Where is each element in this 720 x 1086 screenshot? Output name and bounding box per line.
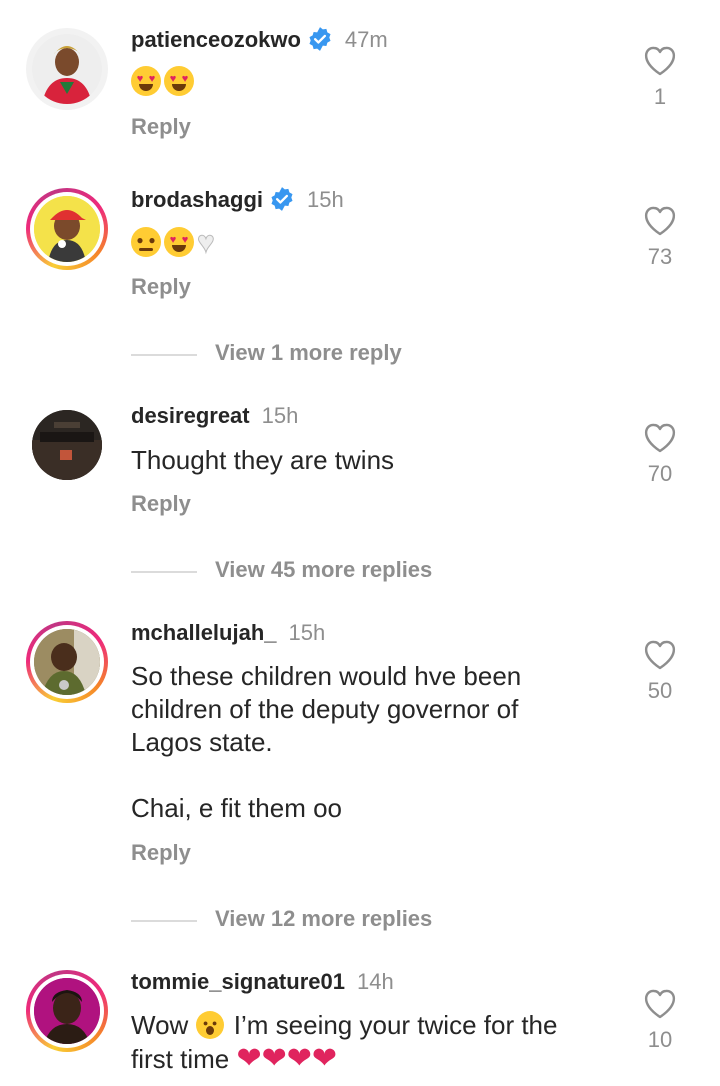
comment-meta: desiregreat 15h xyxy=(131,402,298,430)
user-avatar[interactable] xyxy=(26,970,108,1052)
avatar-photo xyxy=(34,629,100,695)
reply-button[interactable]: Reply xyxy=(131,114,191,140)
pleading-face-icon: ● ● xyxy=(131,227,161,257)
like-control: 50 xyxy=(640,640,680,704)
avatar-photo xyxy=(32,34,102,104)
comment-text: Thought they are twins xyxy=(131,445,395,475)
verified-badge-icon xyxy=(271,187,293,211)
avatar-photo xyxy=(32,410,102,480)
comment-meta: brodashaggi 15h xyxy=(131,186,344,214)
like-control: 1 xyxy=(640,46,680,110)
comment-meta: patienceozokwo 47m xyxy=(131,26,388,54)
comment-text-line: Chai, e fit them oo xyxy=(131,793,342,823)
red-heart-icon: ❤ xyxy=(286,1042,312,1075)
username[interactable]: brodashaggi xyxy=(131,187,263,212)
reply-button[interactable]: Reply xyxy=(131,274,191,300)
comment-meta: mchallelujah_ 15h xyxy=(131,619,325,647)
heart-eyes-face-icon: ♥ ♥ xyxy=(164,227,194,257)
comment-text: ♥ ♥ ♥ ♥ xyxy=(131,66,601,99)
divider-line xyxy=(131,920,197,922)
user-avatar[interactable] xyxy=(26,188,108,270)
comment-text: Wow ● ● I’m seeing your twice for the fir… xyxy=(131,1009,611,1076)
heart-outline-icon[interactable] xyxy=(643,989,677,1019)
comment-time: 14h xyxy=(356,969,394,994)
username[interactable]: mchallelujah_ xyxy=(131,620,277,645)
like-count: 50 xyxy=(647,678,673,703)
heart-outline-icon[interactable] xyxy=(643,640,677,670)
like-count: 1 xyxy=(653,84,667,109)
like-count: 10 xyxy=(647,1027,673,1052)
heart-outline-icon[interactable] xyxy=(643,206,677,236)
comment-time: 15h xyxy=(288,620,326,645)
like-control: 10 xyxy=(640,989,680,1053)
avatar-photo xyxy=(34,196,100,262)
comment-text: So these children would hve been childre… xyxy=(131,660,601,825)
heart-eyes-face-icon: ♥ ♥ xyxy=(131,66,161,96)
user-avatar[interactable] xyxy=(26,404,108,486)
user-avatar[interactable] xyxy=(26,621,108,703)
comment-text-line: Wow ● ● I’m seeing your twice for the xyxy=(131,1009,611,1042)
like-control: 70 xyxy=(640,423,680,487)
white-heart-icon: ♥ xyxy=(197,226,216,260)
comment-text-fragment: first time xyxy=(131,1044,230,1074)
comment-meta: tommie_signature01 14h xyxy=(131,968,394,996)
like-count: 73 xyxy=(647,244,673,269)
username[interactable]: desiregreat xyxy=(131,403,250,428)
red-heart-icon: ❤ xyxy=(236,1042,262,1075)
divider-line xyxy=(131,354,197,356)
comment-text-line: first time ❤❤❤❤ xyxy=(131,1042,611,1076)
red-heart-icon: ❤ xyxy=(311,1042,338,1075)
like-control: 73 xyxy=(640,206,680,270)
comment-text-line: Lagos state. xyxy=(131,727,273,757)
reply-button[interactable]: Reply xyxy=(131,491,191,517)
username[interactable]: tommie_signature01 xyxy=(131,969,345,994)
avatar-photo xyxy=(34,978,100,1044)
view-more-replies-label[interactable]: View 1 more reply xyxy=(215,340,402,366)
username[interactable]: patienceozokwo xyxy=(131,27,301,52)
comment-text: ● ● ♥ ♥ ♥ xyxy=(131,226,601,260)
like-count: 70 xyxy=(647,461,673,486)
comment-text-fragment: Wow xyxy=(131,1010,189,1040)
comment-text-line: So these children would hve been xyxy=(131,661,522,691)
heart-outline-icon[interactable] xyxy=(643,423,677,453)
heart-eyes-face-icon: ♥ ♥ xyxy=(164,66,194,96)
red-heart-icon: ❤ xyxy=(261,1042,287,1075)
astonished-face-icon: ● ● xyxy=(195,1011,224,1039)
reply-button[interactable]: Reply xyxy=(131,840,191,866)
comment-text-line: children of the deputy governor of xyxy=(131,694,519,724)
view-more-replies-label[interactable]: View 45 more replies xyxy=(215,557,432,583)
heart-outline-icon[interactable] xyxy=(643,46,677,76)
comment-time: 47m xyxy=(344,27,388,52)
user-avatar[interactable] xyxy=(26,28,108,110)
view-more-replies-label[interactable]: View 12 more replies xyxy=(215,906,432,932)
comment-text-line xyxy=(131,759,601,792)
comment-time: 15h xyxy=(261,403,299,428)
verified-badge-icon xyxy=(309,27,331,51)
comment-text-fragment: I’m seeing your twice for the xyxy=(226,1010,558,1040)
comment-time: 15h xyxy=(307,187,344,212)
divider-line xyxy=(131,571,197,573)
